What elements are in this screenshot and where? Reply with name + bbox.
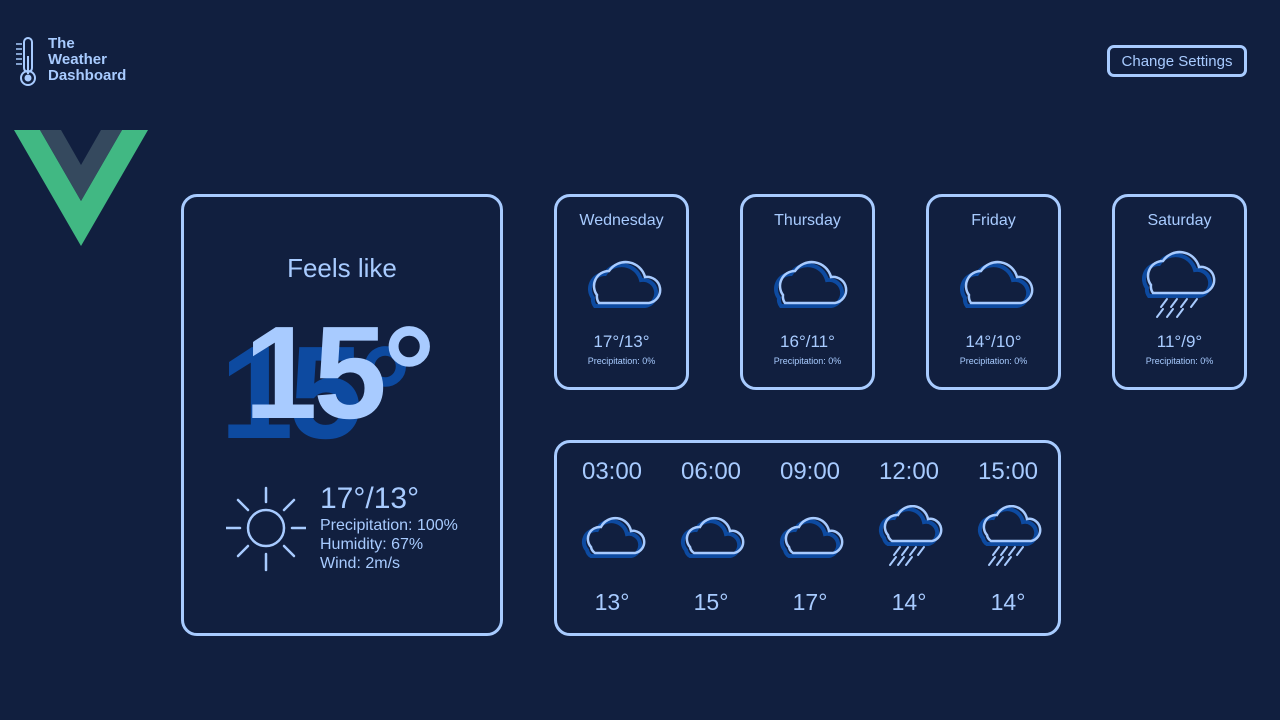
- forecast-day: Friday: [971, 212, 1016, 229]
- thermometer-icon: [16, 37, 36, 86]
- hourly-temp: 17°: [792, 589, 828, 615]
- cloud-icon: [960, 260, 1034, 308]
- current-humidity: Humidity: 67%: [320, 536, 424, 553]
- hourly-temp: 14°: [990, 589, 1026, 615]
- current-details: 17°/13° Precipitation: 100% Humidity: 67…: [226, 482, 458, 576]
- current-precipitation: Precipitation: 100%: [320, 517, 458, 534]
- current-details-text: 17°/13° Precipitation: 100% Humidity: 67…: [320, 482, 458, 573]
- brand: The Weather Dashboard: [14, 36, 126, 88]
- rain-cloud-icon: [878, 505, 943, 566]
- current-temp-range: 17°/13°: [320, 482, 420, 515]
- forecast-card-wednesday: Wednesday 17°/13° Precipitation: 0%: [554, 194, 689, 390]
- forecast-card-saturday: Saturday 11°/9° Precipitation: 0%: [1112, 194, 1247, 390]
- hourly-time: 09:00: [779, 458, 841, 485]
- forecast-precipitation: Precipitation: 0%: [587, 356, 656, 366]
- forecast-range: 14°/10°: [965, 332, 1022, 351]
- forecast-range: 16°/11°: [780, 332, 835, 351]
- cloud-icon: [774, 260, 848, 308]
- forecast-day: Saturday: [1147, 212, 1212, 229]
- brand-title: The Weather Dashboard: [48, 36, 126, 84]
- hourly-temp: 15°: [693, 589, 729, 615]
- forecast-precipitation: Precipitation: 0%: [959, 356, 1028, 366]
- hourly-time: 06:00: [680, 458, 742, 485]
- rain-cloud-icon: [1142, 250, 1216, 318]
- hourly-temp: 13°: [594, 589, 630, 615]
- forecast-card-thursday: Thursday 16°/11° Precipitation: 0%: [740, 194, 875, 390]
- current-weather-card: Feels like 15° 15° 17°/13° Precipitation…: [181, 194, 503, 636]
- current-wind: Wind: 2m/s: [320, 555, 401, 572]
- cloud-icon: [680, 516, 745, 558]
- hourly-forecast-card: 03:00 13° 06:00 15° 09:00 17° 12:00 14° …: [554, 440, 1061, 636]
- hourly-time: 12:00: [878, 458, 940, 485]
- brand-line-3: Dashboard: [48, 67, 127, 84]
- rain-cloud-icon: [977, 505, 1042, 566]
- feels-like-label: Feels like: [287, 253, 397, 283]
- forecast-range: 17°/13°: [593, 332, 650, 351]
- forecast-precipitation: Precipitation: 0%: [773, 356, 842, 366]
- feels-like-temp: 15° 15°: [214, 299, 474, 459]
- change-settings-button[interactable]: Change Settings: [1107, 45, 1247, 77]
- forecast-precipitation: Precipitation: 0%: [1145, 356, 1214, 366]
- cloud-icon: [581, 516, 646, 558]
- cloud-icon: [779, 516, 844, 558]
- forecast-day: Thursday: [774, 212, 841, 229]
- hourly-time: 03:00: [581, 458, 643, 485]
- brand-line-1: The: [48, 35, 75, 52]
- cloud-icon: [588, 260, 662, 308]
- vue-logo: [14, 130, 148, 246]
- brand-line-2: Weather: [48, 51, 107, 68]
- hourly-time: 15:00: [977, 458, 1039, 485]
- hourly-temp: 14°: [891, 589, 927, 615]
- feels-like-temp-value: 15°: [244, 299, 436, 446]
- forecast-day: Wednesday: [579, 212, 664, 229]
- forecast-card-friday: Friday 14°/10° Precipitation: 0%: [926, 194, 1061, 390]
- sun-icon: [226, 486, 306, 572]
- forecast-range: 11°/9°: [1156, 332, 1203, 351]
